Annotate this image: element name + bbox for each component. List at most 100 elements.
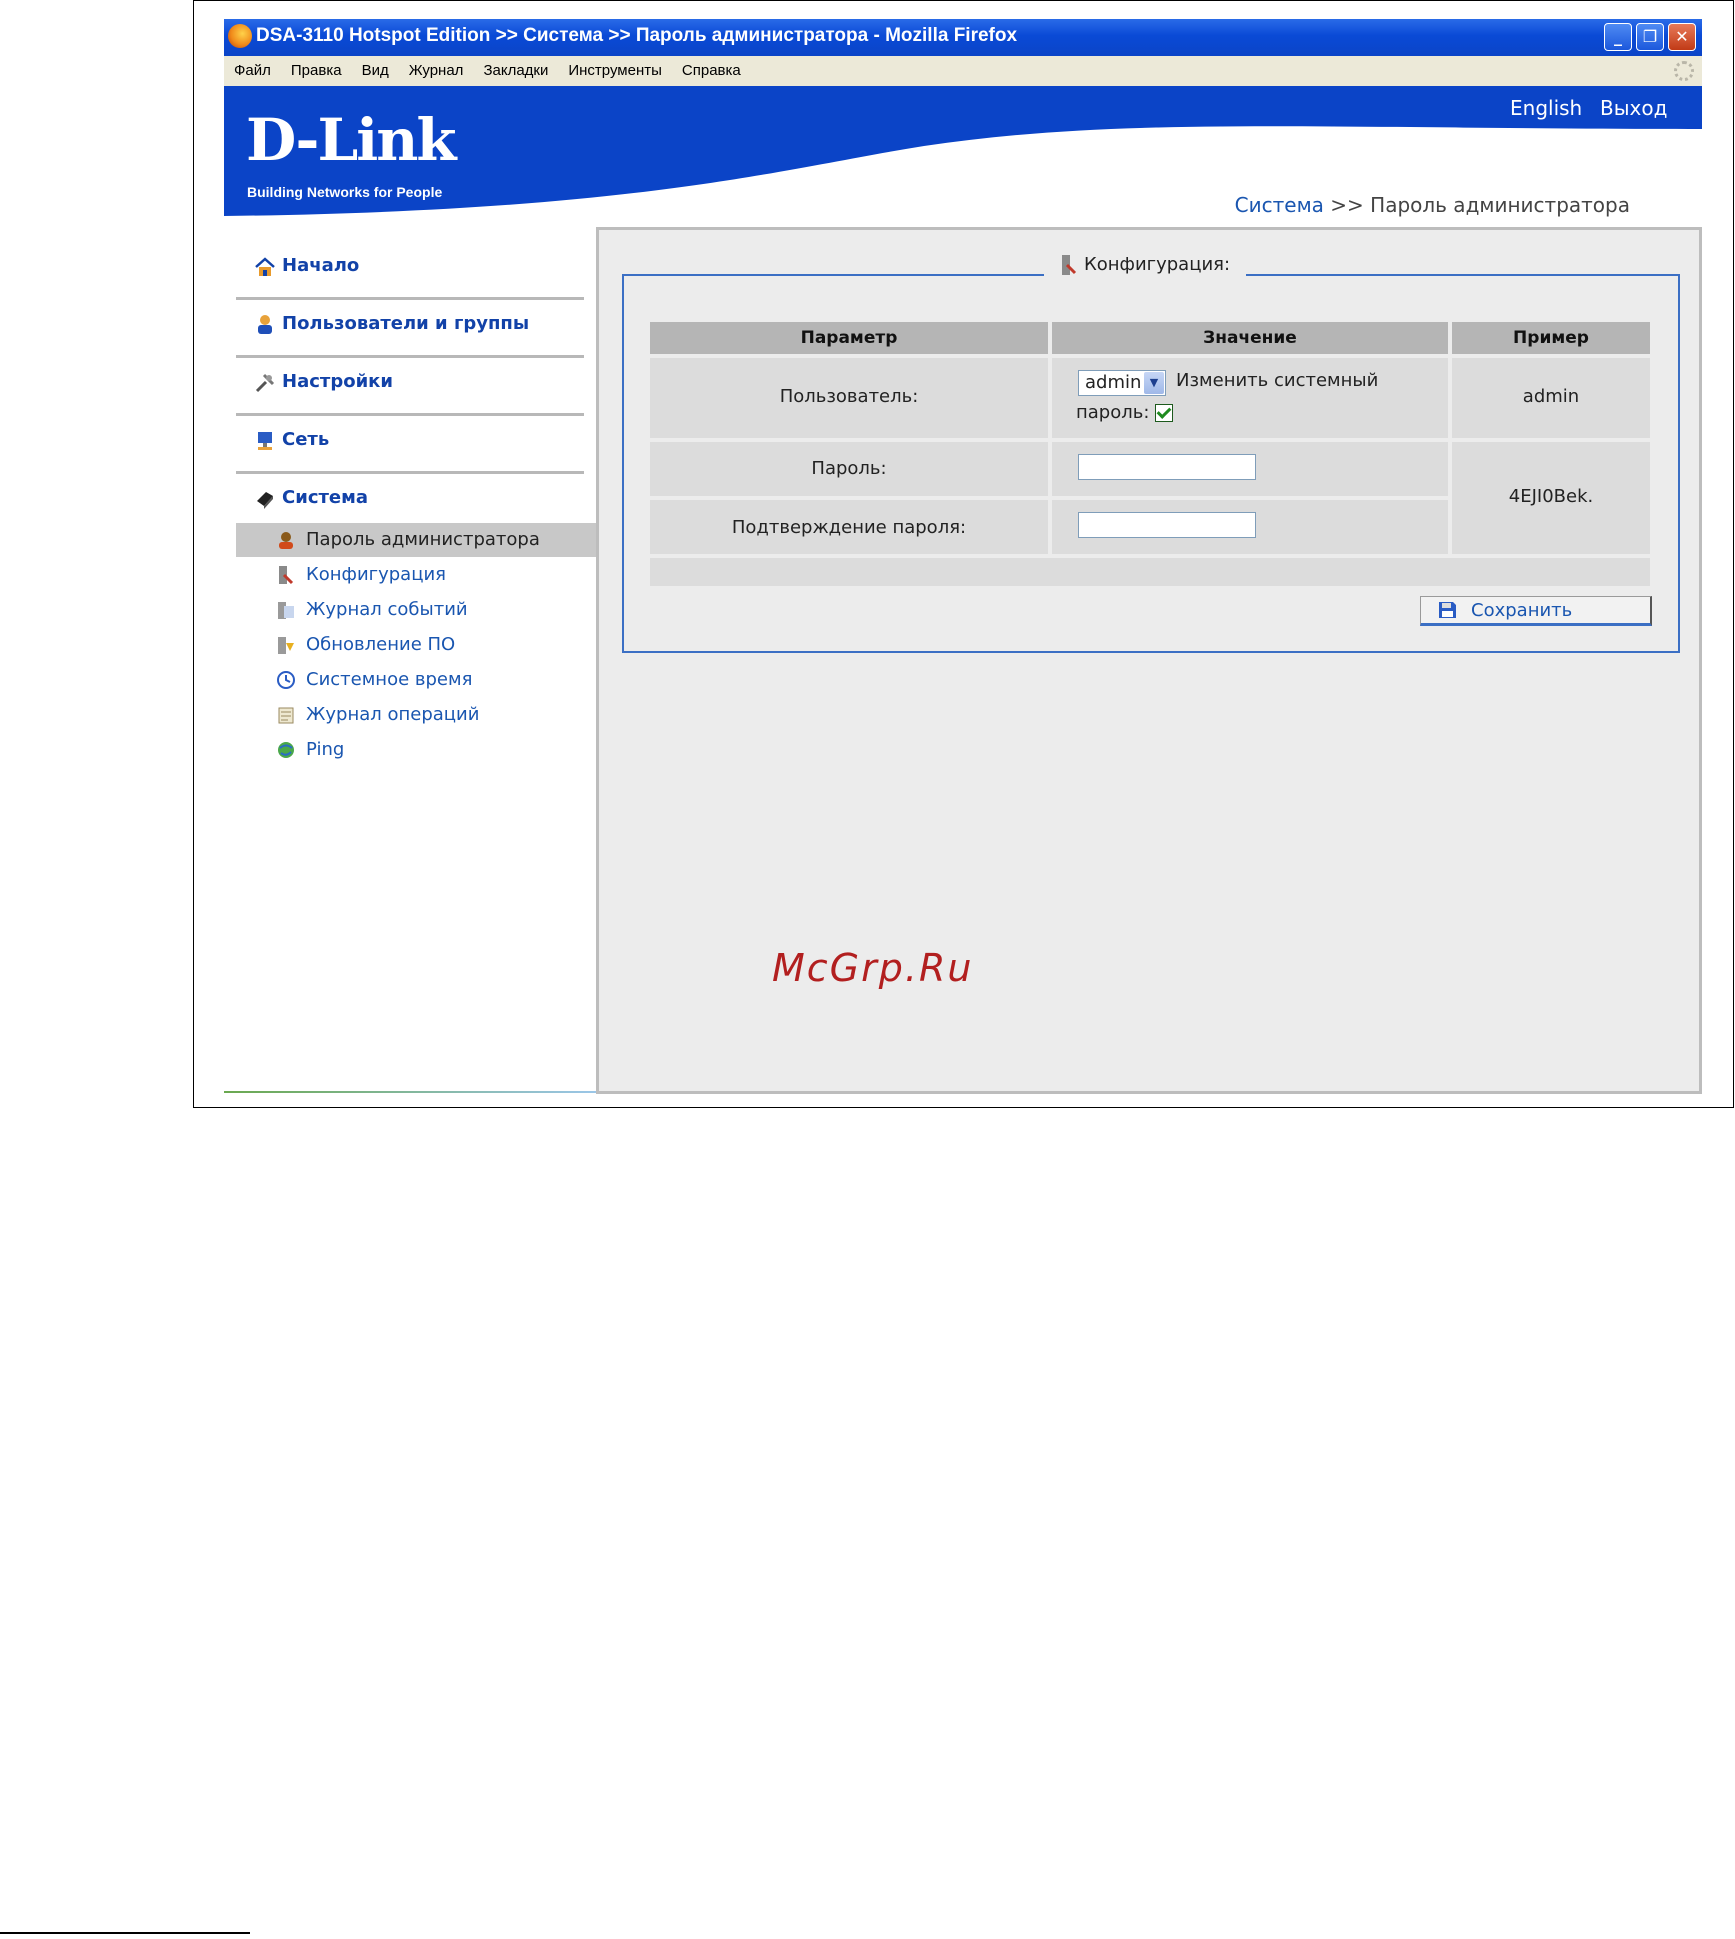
menu-history[interactable]: Журнал [399,62,474,79]
user-select[interactable]: admin ▼ [1078,370,1166,396]
config-icon [1062,255,1077,275]
table-row-password-value-cell [1052,442,1448,496]
table-row-user-example-cell: admin [1452,358,1650,438]
change-password-checkbox[interactable] [1155,404,1174,422]
menu-bookmarks[interactable]: Закладки [473,62,558,79]
breadcrumb: Система >> Пароль администратора [1235,193,1630,217]
save-button[interactable]: Сохранить [1420,596,1652,626]
sidebar-item-system-time[interactable]: Системное время [236,663,596,697]
table-row-password-example-cell: 4EJI0Bek. [1452,442,1650,554]
user-label: Пользователь: [779,386,919,407]
password-label: Пароль: [811,458,887,479]
sidebar-item-firmware[interactable]: Обновление ПО [236,628,596,662]
page-header: D-Link Building Networks for People Engl… [224,86,1702,241]
sidebar-item-label: Обновление ПО [306,634,456,655]
event-log-icon [278,602,294,619]
table-row-confirm-value-cell [1052,500,1448,554]
content-panel: Конфигурация: Параметр Значение Пример П… [596,227,1702,1094]
footnote-rule [0,1932,250,1934]
ping-icon [278,742,294,758]
watermark: McGrp.Ru [772,946,974,990]
sidebar-section-label: Настройки [282,371,394,392]
sidebar-section-system[interactable]: Система [236,473,584,529]
home-icon [255,257,275,276]
sidebar-item-configuration[interactable]: Конфигурация [236,558,596,592]
logout-link[interactable]: Выход [1600,96,1667,120]
close-button[interactable]: ✕ [1668,23,1696,51]
menu-view[interactable]: Вид [352,62,399,79]
header-param: Параметр [650,322,1048,354]
menu-file[interactable]: Файл [224,62,281,79]
fieldset-legend: Конфигурация: [1044,254,1247,276]
tools-icon [255,373,275,393]
change-password-text: Изменить системный [1176,370,1379,391]
firefox-icon [228,24,252,48]
throbber-icon [1674,61,1694,81]
sidebar-item-admin-password[interactable]: Пароль администратора [236,523,596,557]
table-footer-row [650,558,1650,586]
table-row-password-label-cell: Пароль: [650,442,1048,496]
admin-icon [279,532,293,549]
floppy-icon [1439,602,1456,618]
menu-help[interactable]: Справка [672,62,751,79]
config-icon [279,566,294,585]
minimize-button[interactable]: _ [1604,23,1632,51]
password-example: 4EJI0Bek. [1508,486,1594,507]
legend-text: Конфигурация: [1084,254,1231,275]
menu-bar: Файл Правка Вид Журнал Закладки Инструменты Сп… [224,56,1702,87]
sidebar-section-label: Система [282,487,368,508]
sidebar-item-label: Журнал операций [306,704,480,725]
table-row-user-label-cell: Пользователь: [650,358,1048,438]
dlink-logo: D-Link [246,106,457,174]
sidebar: Начало Пользователи и группы Настройки С… [224,241,596,1094]
window-title: DSA-3110 Hotspot Edition >> Система >> П… [256,25,1018,46]
change-password-text-2: пароль: [1076,402,1174,423]
browser-window: DSA-3110 Hotspot Edition >> Система >> П… [224,19,1702,1094]
sidebar-section-settings[interactable]: Настройки [236,357,584,416]
user-select-value: admin [1085,372,1142,393]
sidebar-item-label: Журнал событий [306,599,468,620]
sidebar-item-label: Конфигурация [306,564,446,585]
users-icon [258,315,272,334]
network-icon [258,432,272,450]
menu-tools[interactable]: Инструменты [558,62,672,79]
password-input[interactable] [1078,454,1256,480]
user-example: admin [1522,386,1580,407]
config-fieldset: Конфигурация: Параметр Значение Пример П… [622,254,1680,653]
chevron-down-icon[interactable]: ▼ [1144,372,1164,394]
table-row-confirm-label-cell: Подтверждение пароля: [650,500,1048,554]
sidebar-section-label: Сеть [282,429,330,450]
sidebar-section-network[interactable]: Сеть [236,415,584,474]
restore-button[interactable]: ❐ [1636,23,1664,51]
sidebar-item-operations-log[interactable]: Журнал операций [236,698,596,732]
sidebar-item-label: Ping [306,739,345,760]
sidebar-item-label: Пароль администратора [306,529,540,550]
sidebar-section-label: Пользователи и группы [282,313,530,334]
firmware-icon [278,637,294,654]
breadcrumb-separator: >> [1330,193,1364,217]
title-bar: DSA-3110 Hotspot Edition >> Система >> П… [224,19,1702,56]
header-value: Значение [1052,322,1448,354]
menu-edit[interactable]: Правка [281,62,352,79]
table-row-user-value-cell: admin ▼ Изменить системный пароль: [1052,358,1448,438]
sidebar-bottom-line [224,1091,596,1093]
save-button-label: Сохранить [1471,600,1573,621]
english-link[interactable]: English [1510,96,1582,120]
confirm-password-label: Подтверждение пароля: [731,517,967,538]
header-example: Пример [1452,322,1650,354]
clock-icon [277,671,295,689]
sidebar-item-ping[interactable]: Ping [236,733,596,767]
sidebar-section-home[interactable]: Начало [236,241,584,300]
breadcrumb-section-link[interactable]: Система [1235,193,1324,217]
logo-tagline: Building Networks for People [247,184,443,200]
sidebar-item-label: Системное время [306,669,473,690]
sidebar-section-label: Начало [282,255,360,276]
confirm-password-input[interactable] [1078,512,1256,538]
sidebar-section-users[interactable]: Пользователи и группы [236,299,584,358]
breadcrumb-current: Пароль администратора [1370,193,1630,217]
screenshot-frame: DSA-3110 Hotspot Edition >> Система >> П… [193,0,1734,1108]
sidebar-item-event-log[interactable]: Журнал событий [236,593,596,627]
operations-log-icon [278,707,294,724]
change-password-label: пароль: [1076,402,1150,423]
system-icon [257,492,273,509]
